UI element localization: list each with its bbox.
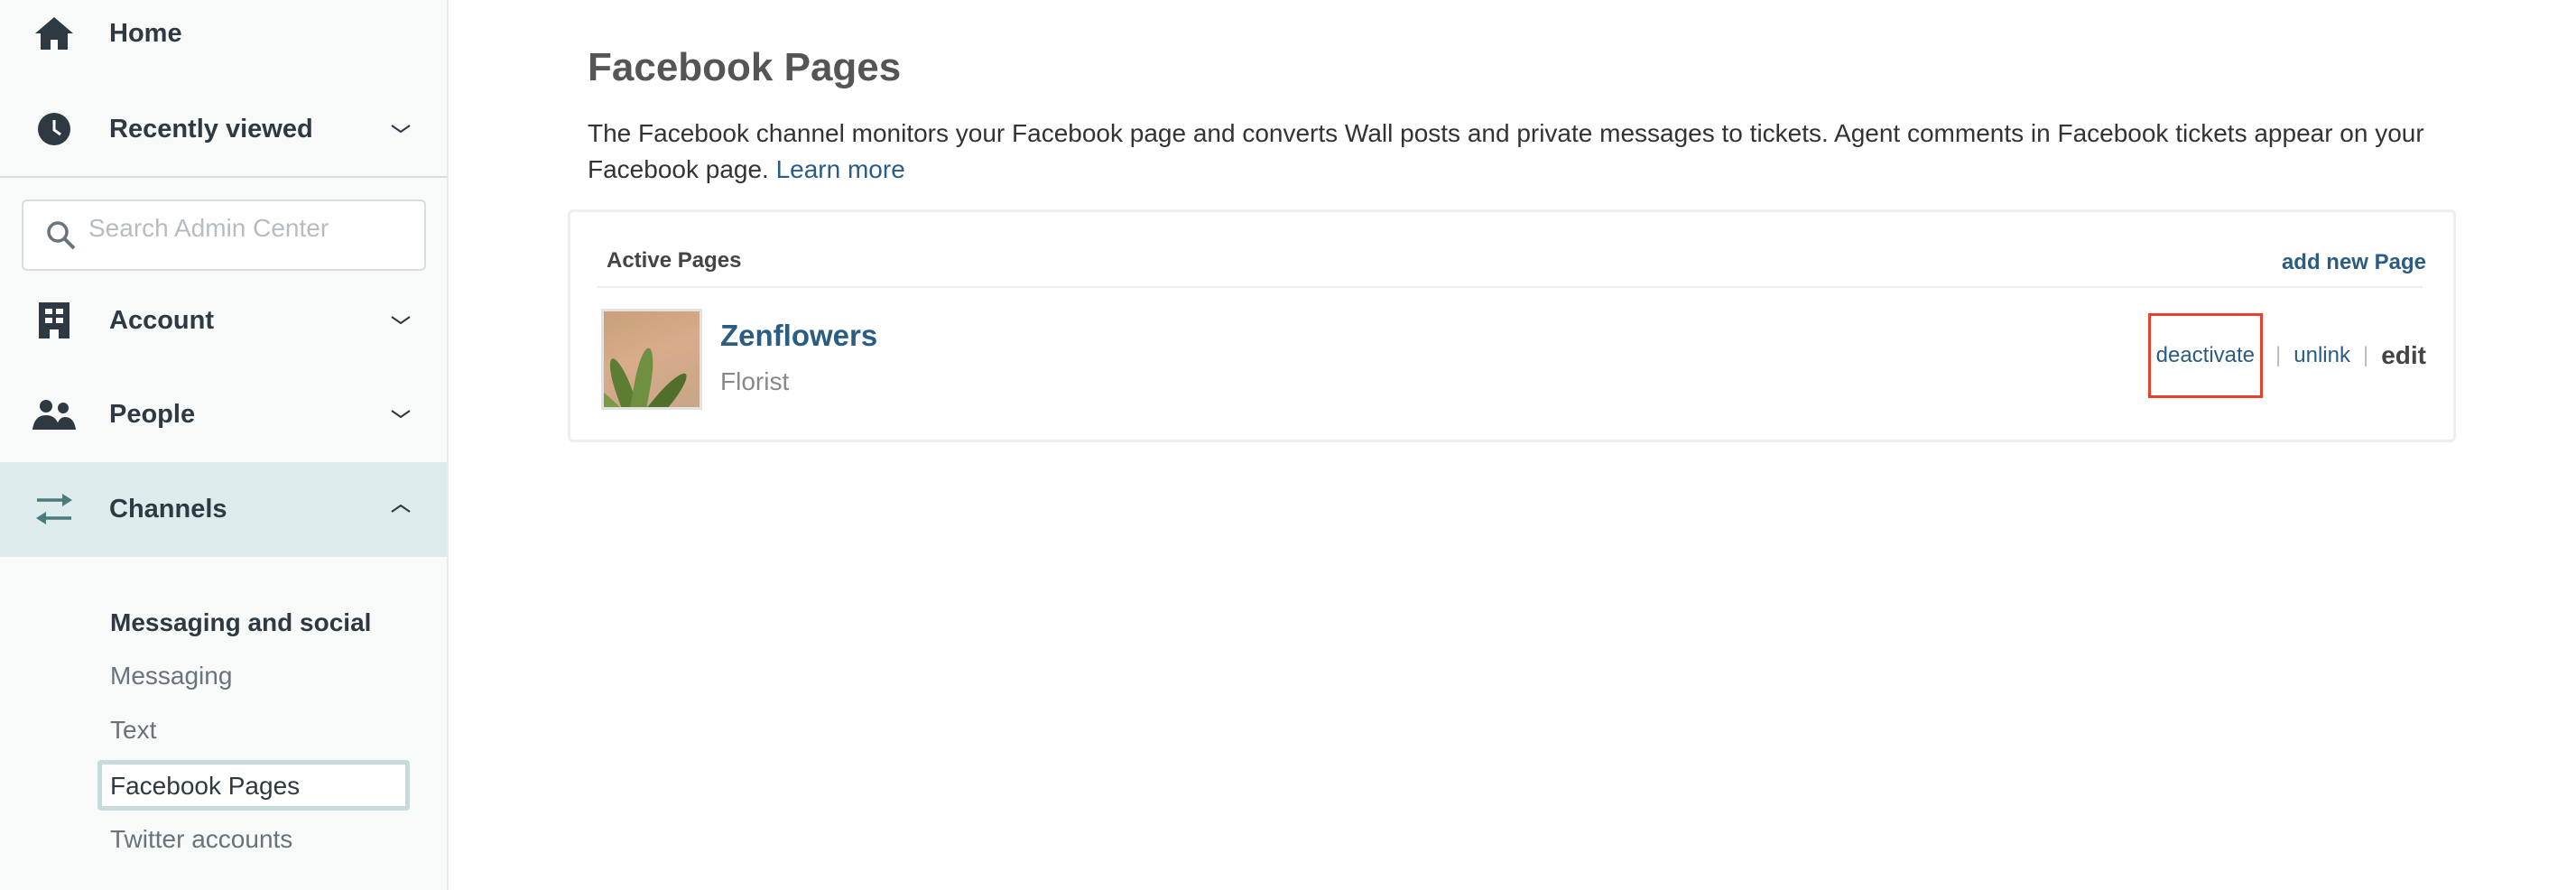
- sidebar-item-label: Channels: [109, 494, 227, 524]
- add-new-page-link[interactable]: add new Page: [2282, 250, 2426, 275]
- learn-more-link[interactable]: Learn more: [776, 155, 905, 183]
- sidebar-item-home[interactable]: Home: [0, 0, 447, 80]
- chevron-down-icon: [391, 410, 411, 419]
- page-name-link[interactable]: Zenflowers: [720, 319, 877, 353]
- card-header: Active Pages: [607, 248, 742, 273]
- page-description: The Facebook channel monitors your Faceb…: [588, 116, 2438, 188]
- page-title: Facebook Pages: [588, 45, 902, 89]
- sidebar-item-label: Recently viewed: [109, 114, 313, 144]
- highlight-box: deactivate: [2147, 313, 2264, 398]
- building-icon: [32, 299, 76, 342]
- deactivate-link[interactable]: deactivate: [2156, 343, 2255, 367]
- sidebar-item-people[interactable]: People: [0, 367, 447, 461]
- chevron-down-icon: [391, 316, 411, 325]
- subnav-item-twitter-accounts[interactable]: Twitter accounts: [110, 825, 292, 854]
- divider: [0, 176, 447, 178]
- page-category: Florist: [720, 367, 790, 395]
- sidebar-item-channels[interactable]: Channels: [0, 462, 447, 556]
- search-box[interactable]: [22, 199, 426, 271]
- subnav-item-messaging[interactable]: Messaging: [110, 662, 232, 691]
- separator: |: [2275, 343, 2282, 367]
- search-input[interactable]: [88, 214, 413, 243]
- home-icon: [32, 12, 76, 55]
- active-pages-card: Active Pages add new Page Zenflowers Flo…: [568, 209, 2456, 442]
- unlink-link[interactable]: unlink: [2293, 343, 2350, 368]
- subnav-item-text[interactable]: Text: [110, 716, 156, 745]
- arrows-exchange-icon: [32, 487, 76, 531]
- sidebar-item-account[interactable]: Account: [0, 273, 447, 367]
- people-icon: [32, 393, 76, 436]
- sidebar-item-label: Home: [109, 18, 182, 48]
- chevron-up-icon: [391, 504, 411, 513]
- sidebar: Home Recently viewed Account People Chan…: [0, 0, 449, 890]
- sidebar-item-label: Account: [109, 305, 214, 335]
- separator: |: [2362, 343, 2369, 367]
- sidebar-item-recently-viewed[interactable]: Recently viewed: [0, 82, 447, 176]
- search-icon: [47, 221, 76, 250]
- clock-icon: [32, 107, 76, 151]
- divider: [598, 286, 2423, 288]
- sidebar-item-label: People: [109, 399, 196, 429]
- subnav-item-facebook-pages[interactable]: Facebook Pages: [97, 760, 410, 811]
- page-actions: deactivate | unlink | edit: [2147, 313, 2426, 398]
- subnav-heading: Messaging and social: [110, 608, 372, 636]
- page-avatar: [601, 309, 702, 410]
- edit-link[interactable]: edit: [2381, 341, 2426, 370]
- chevron-down-icon: [391, 125, 411, 134]
